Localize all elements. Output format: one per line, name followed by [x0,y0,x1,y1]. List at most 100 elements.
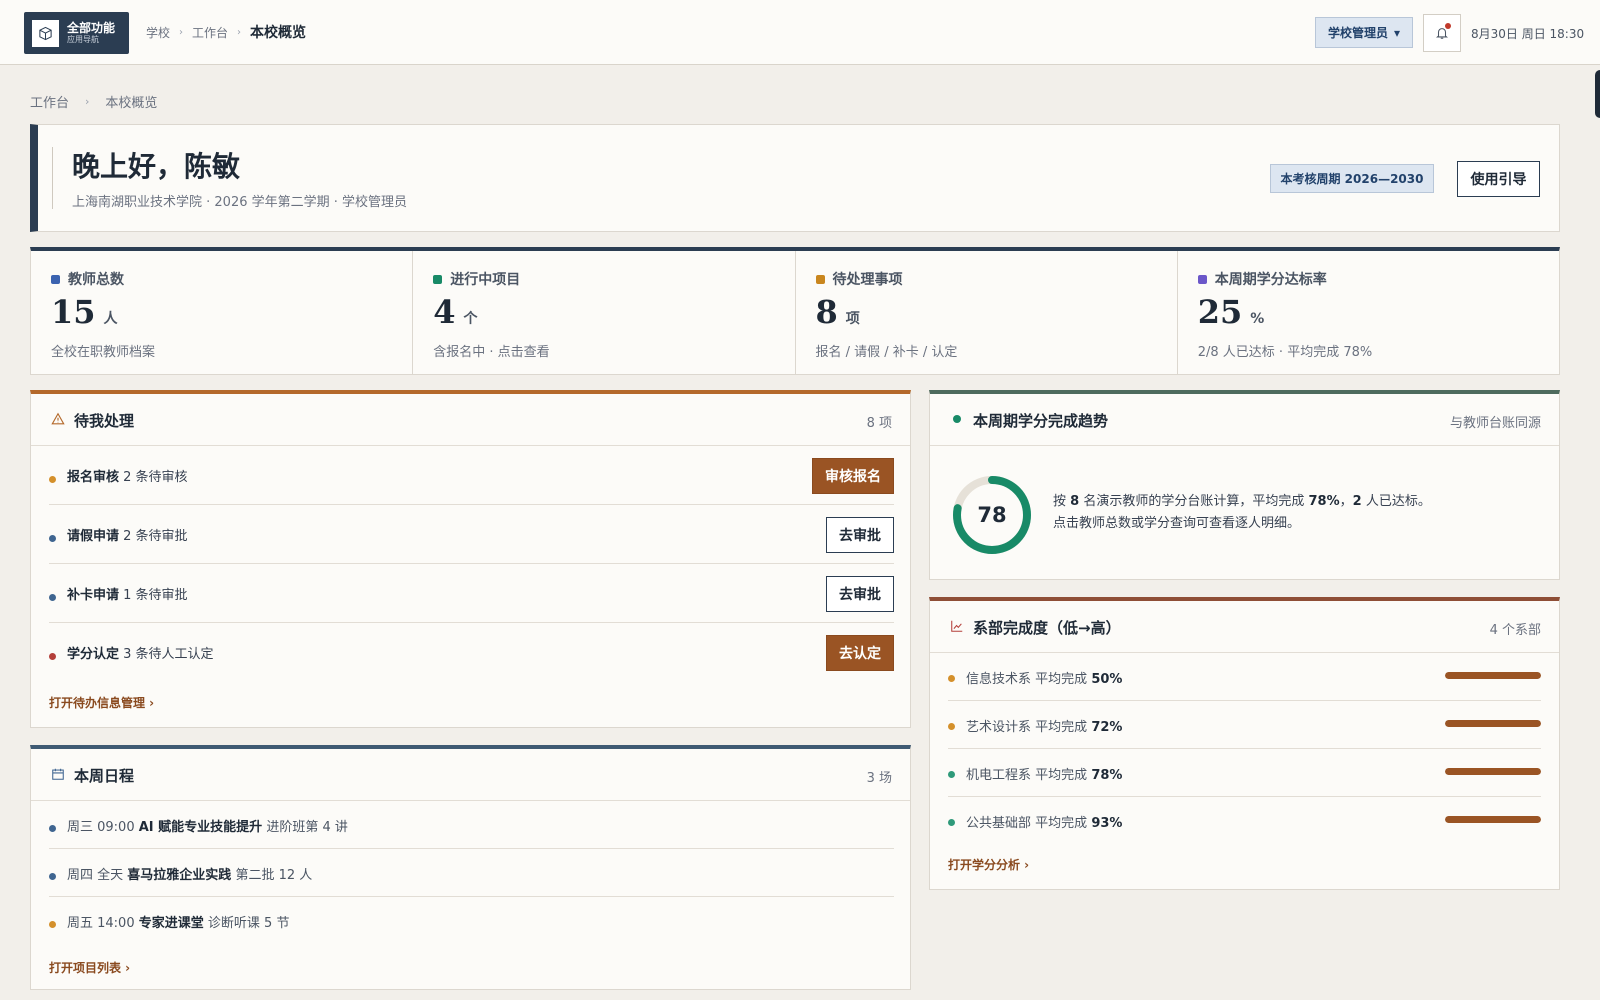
page-breadcrumb-workbench[interactable]: 工作台 [30,92,69,111]
schedule-time: 周三 09:00 [67,820,135,835]
stat-value: 8 [815,293,838,331]
breadcrumb-current: 本校概览 [250,25,307,41]
credit-trend-panel: 本周期学分完成趋势 与教师台账同源 78 按 8 名演示教师的学分台账计算，平均… [929,390,1560,580]
panel-header: 系部完成度（低→高） 4 个系部 [930,601,1559,653]
stat-projects[interactable]: 进行中项目 4个 含报名中 · 点击查看 [413,251,796,374]
trend-description: 按 8 名演示教师的学分台账计算，平均完成 78%，2 人已达标。 点击教师总数… [1053,491,1431,535]
todo-item: 学分认定 3 条待人工认定 去认定 [49,623,894,682]
approve-card-button[interactable]: 去审批 [826,576,894,612]
todo-item-detail: 2 条待审核 [123,470,188,485]
progress-fill [1445,720,1541,727]
todo-item-detail: 3 条待人工认定 [123,647,214,662]
trend-line-2: 点击教师总数或学分查询可查看逐人明细。 [1053,516,1301,531]
breadcrumb-workbench[interactable]: 工作台 [192,24,228,41]
stat-marker [51,274,60,284]
department-name: 信息技术系 [966,672,1032,687]
department-row[interactable]: 信息技术系 平均完成 50% [948,653,1541,701]
stat-marker [815,274,825,284]
chevron-right-icon: › [179,26,184,38]
status-dot [948,675,955,682]
stat-label: 本周期学分达标率 [1214,272,1327,288]
panel-source: 与教师台账同源 [1449,416,1541,431]
schedule-item[interactable]: 周五 14:00 专家进课堂 诊断听课 5 节 [49,897,894,945]
stat-value: 4 [433,293,456,331]
todo-item-name: 报名审核 [67,470,120,485]
todo-item-name: 请假申请 [67,529,120,544]
open-credit-analysis-link[interactable]: 打开学分分析 › [948,856,1029,873]
panel-count: 4 个系部 [1489,623,1541,638]
app-nav-button[interactable]: 全部功能 应用导航 [24,12,129,54]
status-dot [49,825,56,832]
panel-count: 3 场 [866,771,892,786]
panel-title: 待我处理 [74,412,135,430]
department-value: 93% [1091,816,1123,831]
schedule-panel: 本周日程 3 场 周三 09:00 AI 赋能专业技能提升 进阶班第 4 讲 周… [30,745,911,990]
schedule-detail: 第二批 12 人 [235,868,313,883]
stat-credit-rate[interactable]: 本周期学分达标率 25% 2/8 人已达标 · 平均完成 78% [1178,251,1559,374]
stat-pending[interactable]: 待处理事项 8项 报名 / 请假 / 补卡 / 认定 [796,251,1178,374]
text: 名演示教师的学分台账计算，平均完成 [1083,494,1305,509]
panel-title: 本周日程 [74,767,135,785]
reached-count: 2 [1352,494,1362,509]
department-row[interactable]: 艺术设计系 平均完成 72% [948,701,1541,749]
stat-marker [433,274,443,284]
stat-label: 待处理事项 [832,272,903,288]
trend-line-1: 按 8 名演示教师的学分台账计算，平均完成 78%，2 人已达标。 [1053,491,1431,513]
period-badge: 本考核周期 2026—2030 [1270,164,1434,193]
app-nav-subtitle: 应用导航 [67,35,99,45]
progress-bar [1445,816,1541,823]
average-completion: 78% [1308,494,1340,509]
stat-hint: 2/8 人已达标 · 平均完成 78% [1197,345,1373,360]
stat-hint: 含报名中 · 点击查看 [433,345,550,360]
department-name: 机电工程系 [966,768,1032,783]
side-drawer-handle[interactable] [1595,70,1600,118]
breadcrumb-school[interactable]: 学校 [146,24,170,41]
stat-value: 15 [51,293,96,331]
todo-item-detail: 1 条待审批 [123,588,188,603]
todo-item-detail: 2 条待审批 [123,529,188,544]
progress-bar [1445,768,1541,775]
donut-value: 78 [977,503,1007,527]
approve-leave-button[interactable]: 去审批 [826,517,894,553]
status-dot [49,653,56,660]
todo-item-name: 补卡申请 [67,588,120,603]
open-project-list-link[interactable]: 打开项目列表 › [49,959,130,976]
top-breadcrumb: 学校 › 工作台 › 本校概览 [146,22,306,42]
status-dot [49,921,56,928]
open-todo-link[interactable]: 打开待办信息管理 › [49,694,154,711]
panel-header: 本周日程 3 场 [31,749,910,801]
panel-header: 待我处理 8 项 [31,394,910,446]
stat-value: 25 [1197,293,1243,331]
department-value: 50% [1091,672,1123,687]
department-label: 平均完成 [1035,768,1088,783]
department-name: 艺术设计系 [966,720,1032,735]
role-selector[interactable]: 学校管理员 ▾ [1315,17,1413,48]
department-row[interactable]: 公共基础部 平均完成 93% [948,797,1541,845]
stat-unit: % [1250,311,1265,327]
status-dot [948,771,955,778]
greeting: 晚上好，陈敏 [72,150,241,183]
stat-marker [1197,274,1207,284]
schedule-detail: 诊断听课 5 节 [207,916,290,931]
progress-bar [1445,720,1541,727]
schedule-detail: 进阶班第 4 讲 [266,820,348,835]
guide-button[interactable]: 使用引导 [1457,161,1540,197]
teacher-count: 8 [1070,494,1080,509]
page-breadcrumb-current: 本校概览 [105,96,158,111]
welcome-subtitle: 上海南湖职业技术学院 · 2026 学年第二学期 · 学校管理员 [72,195,408,210]
department-label: 平均完成 [1035,816,1088,831]
progress-fill [1445,768,1541,775]
app-nav-title: 全部功能 [67,20,116,35]
review-registration-button[interactable]: 审核报名 [812,458,894,494]
schedule-name: 专家进课堂 [138,916,204,931]
panel-header: 本周期学分完成趋势 与教师台账同源 [930,394,1559,446]
schedule-item[interactable]: 周四 全天 喜马拉雅企业实践 第二批 12 人 [49,849,894,897]
stat-teachers[interactable]: 教师总数 15 人 全校在职教师档案 [31,251,414,374]
panel-count: 8 项 [866,416,892,431]
caret-down-icon: ▾ [1393,25,1401,40]
schedule-item[interactable]: 周三 09:00 AI 赋能专业技能提升 进阶班第 4 讲 [49,801,894,849]
notification-dot [1445,23,1451,29]
confirm-credit-button[interactable]: 去认定 [826,635,894,671]
notification-button[interactable] [1423,14,1461,52]
department-row[interactable]: 机电工程系 平均完成 78% [948,749,1541,797]
